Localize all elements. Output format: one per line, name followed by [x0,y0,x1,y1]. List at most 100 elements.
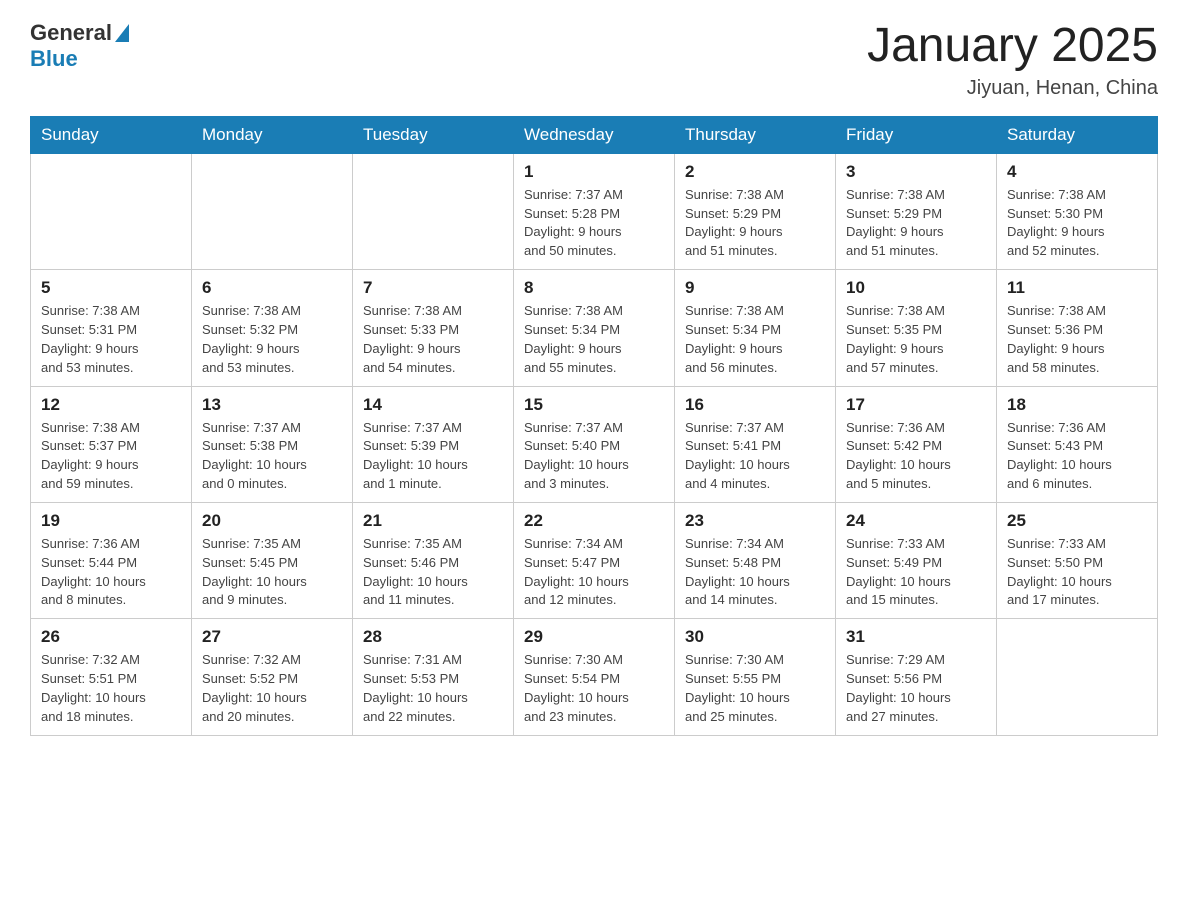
day-number: 27 [202,627,342,647]
day-info: Sunrise: 7:38 AM Sunset: 5:32 PM Dayligh… [202,303,301,375]
day-number: 14 [363,395,503,415]
day-info: Sunrise: 7:38 AM Sunset: 5:37 PM Dayligh… [41,420,140,492]
day-number: 6 [202,278,342,298]
day-info: Sunrise: 7:30 AM Sunset: 5:55 PM Dayligh… [685,652,790,724]
calendar-cell: 5 Sunrise: 7:38 AM Sunset: 5:31 PM Daylig… [31,270,192,386]
day-info: Sunrise: 7:30 AM Sunset: 5:54 PM Dayligh… [524,652,629,724]
calendar-cell: 4Sunrise: 7:38 AM Sunset: 5:30 PM Daylig… [997,153,1158,269]
day-number: 3 [846,162,986,182]
logo-triangle-icon [115,24,129,42]
calendar-week-4: 19Sunrise: 7:36 AM Sunset: 5:44 PM Dayli… [31,502,1158,618]
day-info: Sunrise: 7:32 AM Sunset: 5:51 PM Dayligh… [41,652,146,724]
day-number: 23 [685,511,825,531]
day-number: 18 [1007,395,1147,415]
calendar-cell: 17 Sunrise: 7:36 AM Sunset: 5:42 PM Dayli… [836,386,997,502]
calendar-cell: 29 Sunrise: 7:30 AM Sunset: 5:54 PM Dayli… [514,619,675,735]
logo: General Blue [30,20,132,72]
weekday-header-saturday: Saturday [997,116,1158,153]
day-info: Sunrise: 7:37 AM Sunset: 5:28 PM Dayligh… [524,187,623,259]
calendar-cell [997,619,1158,735]
day-number: 9 [685,278,825,298]
day-number: 8 [524,278,664,298]
calendar-cell: 7Sunrise: 7:38 AM Sunset: 5:33 PM Daylig… [353,270,514,386]
weekday-header-sunday: Sunday [31,116,192,153]
calendar-week-2: 5 Sunrise: 7:38 AM Sunset: 5:31 PM Daylig… [31,270,1158,386]
day-number: 17 [846,395,986,415]
day-number: 12 [41,395,181,415]
calendar-cell: 30 Sunrise: 7:30 AM Sunset: 5:55 PM Dayli… [675,619,836,735]
day-info: Sunrise: 7:38 AM Sunset: 5:30 PM Dayligh… [1007,187,1106,259]
calendar-cell: 23 Sunrise: 7:34 AM Sunset: 5:48 PM Dayli… [675,502,836,618]
day-number: 28 [363,627,503,647]
calendar-body: 1Sunrise: 7:37 AM Sunset: 5:28 PM Daylig… [31,153,1158,735]
calendar-subtitle: Jiyuan, Henan, China [867,77,1158,100]
day-info: Sunrise: 7:32 AM Sunset: 5:52 PM Dayligh… [202,652,307,724]
calendar-cell: 27 Sunrise: 7:32 AM Sunset: 5:52 PM Dayli… [192,619,353,735]
calendar-week-3: 12 Sunrise: 7:38 AM Sunset: 5:37 PM Dayli… [31,386,1158,502]
calendar-cell: 26 Sunrise: 7:32 AM Sunset: 5:51 PM Dayli… [31,619,192,735]
calendar-title: January 2025 [867,20,1158,73]
day-info: Sunrise: 7:33 AM Sunset: 5:49 PM Dayligh… [846,536,951,608]
day-number: 13 [202,395,342,415]
weekday-header-tuesday: Tuesday [353,116,514,153]
day-number: 7 [363,278,503,298]
day-number: 29 [524,627,664,647]
day-number: 30 [685,627,825,647]
calendar-cell: 25 Sunrise: 7:33 AM Sunset: 5:50 PM Dayli… [997,502,1158,618]
logo-blue-text: Blue [30,46,78,72]
calendar-cell: 9 Sunrise: 7:38 AM Sunset: 5:34 PM Daylig… [675,270,836,386]
calendar-table: SundayMondayTuesdayWednesdayThursdayFrid… [30,116,1158,736]
day-number: 2 [685,162,825,182]
calendar-cell: 12 Sunrise: 7:38 AM Sunset: 5:37 PM Dayli… [31,386,192,502]
day-number: 25 [1007,511,1147,531]
day-number: 11 [1007,278,1147,298]
day-info: Sunrise: 7:37 AM Sunset: 5:40 PM Dayligh… [524,420,629,492]
calendar-cell: 28 Sunrise: 7:31 AM Sunset: 5:53 PM Dayli… [353,619,514,735]
day-info: Sunrise: 7:37 AM Sunset: 5:41 PM Dayligh… [685,420,790,492]
calendar-cell: 10 Sunrise: 7:38 AM Sunset: 5:35 PM Dayli… [836,270,997,386]
day-info: Sunrise: 7:36 AM Sunset: 5:42 PM Dayligh… [846,420,951,492]
calendar-cell: 1Sunrise: 7:37 AM Sunset: 5:28 PM Daylig… [514,153,675,269]
weekday-header-thursday: Thursday [675,116,836,153]
day-info: Sunrise: 7:36 AM Sunset: 5:43 PM Dayligh… [1007,420,1112,492]
calendar-cell: 22 Sunrise: 7:34 AM Sunset: 5:47 PM Dayli… [514,502,675,618]
calendar-cell: 3 Sunrise: 7:38 AM Sunset: 5:29 PM Daylig… [836,153,997,269]
calendar-cell: 13Sunrise: 7:37 AM Sunset: 5:38 PM Dayli… [192,386,353,502]
calendar-cell: 16 Sunrise: 7:37 AM Sunset: 5:41 PM Dayli… [675,386,836,502]
page-header: General Blue January 2025 Jiyuan, Henan,… [30,20,1158,100]
calendar-cell [192,153,353,269]
calendar-cell [31,153,192,269]
day-info: Sunrise: 7:34 AM Sunset: 5:47 PM Dayligh… [524,536,629,608]
day-info: Sunrise: 7:38 AM Sunset: 5:29 PM Dayligh… [846,187,945,259]
day-number: 5 [41,278,181,298]
day-info: Sunrise: 7:38 AM Sunset: 5:34 PM Dayligh… [685,303,784,375]
calendar-cell: 19Sunrise: 7:36 AM Sunset: 5:44 PM Dayli… [31,502,192,618]
day-info: Sunrise: 7:35 AM Sunset: 5:45 PM Dayligh… [202,536,307,608]
day-info: Sunrise: 7:38 AM Sunset: 5:35 PM Dayligh… [846,303,945,375]
calendar-cell: 14Sunrise: 7:37 AM Sunset: 5:39 PM Dayli… [353,386,514,502]
day-number: 20 [202,511,342,531]
day-info: Sunrise: 7:29 AM Sunset: 5:56 PM Dayligh… [846,652,951,724]
title-section: January 2025 Jiyuan, Henan, China [867,20,1158,100]
day-info: Sunrise: 7:34 AM Sunset: 5:48 PM Dayligh… [685,536,790,608]
day-number: 26 [41,627,181,647]
calendar-cell: 24 Sunrise: 7:33 AM Sunset: 5:49 PM Dayli… [836,502,997,618]
calendar-cell: 6 Sunrise: 7:38 AM Sunset: 5:32 PM Daylig… [192,270,353,386]
weekday-header-wednesday: Wednesday [514,116,675,153]
day-number: 19 [41,511,181,531]
day-info: Sunrise: 7:31 AM Sunset: 5:53 PM Dayligh… [363,652,468,724]
day-number: 15 [524,395,664,415]
calendar-cell: 21Sunrise: 7:35 AM Sunset: 5:46 PM Dayli… [353,502,514,618]
day-number: 22 [524,511,664,531]
calendar-cell [353,153,514,269]
day-info: Sunrise: 7:33 AM Sunset: 5:50 PM Dayligh… [1007,536,1112,608]
day-number: 24 [846,511,986,531]
day-number: 21 [363,511,503,531]
calendar-cell: 11Sunrise: 7:38 AM Sunset: 5:36 PM Dayli… [997,270,1158,386]
day-info: Sunrise: 7:38 AM Sunset: 5:31 PM Dayligh… [41,303,140,375]
weekday-header-row: SundayMondayTuesdayWednesdayThursdayFrid… [31,116,1158,153]
calendar-cell: 18 Sunrise: 7:36 AM Sunset: 5:43 PM Dayli… [997,386,1158,502]
day-number: 10 [846,278,986,298]
day-number: 16 [685,395,825,415]
calendar-cell: 8Sunrise: 7:38 AM Sunset: 5:34 PM Daylig… [514,270,675,386]
